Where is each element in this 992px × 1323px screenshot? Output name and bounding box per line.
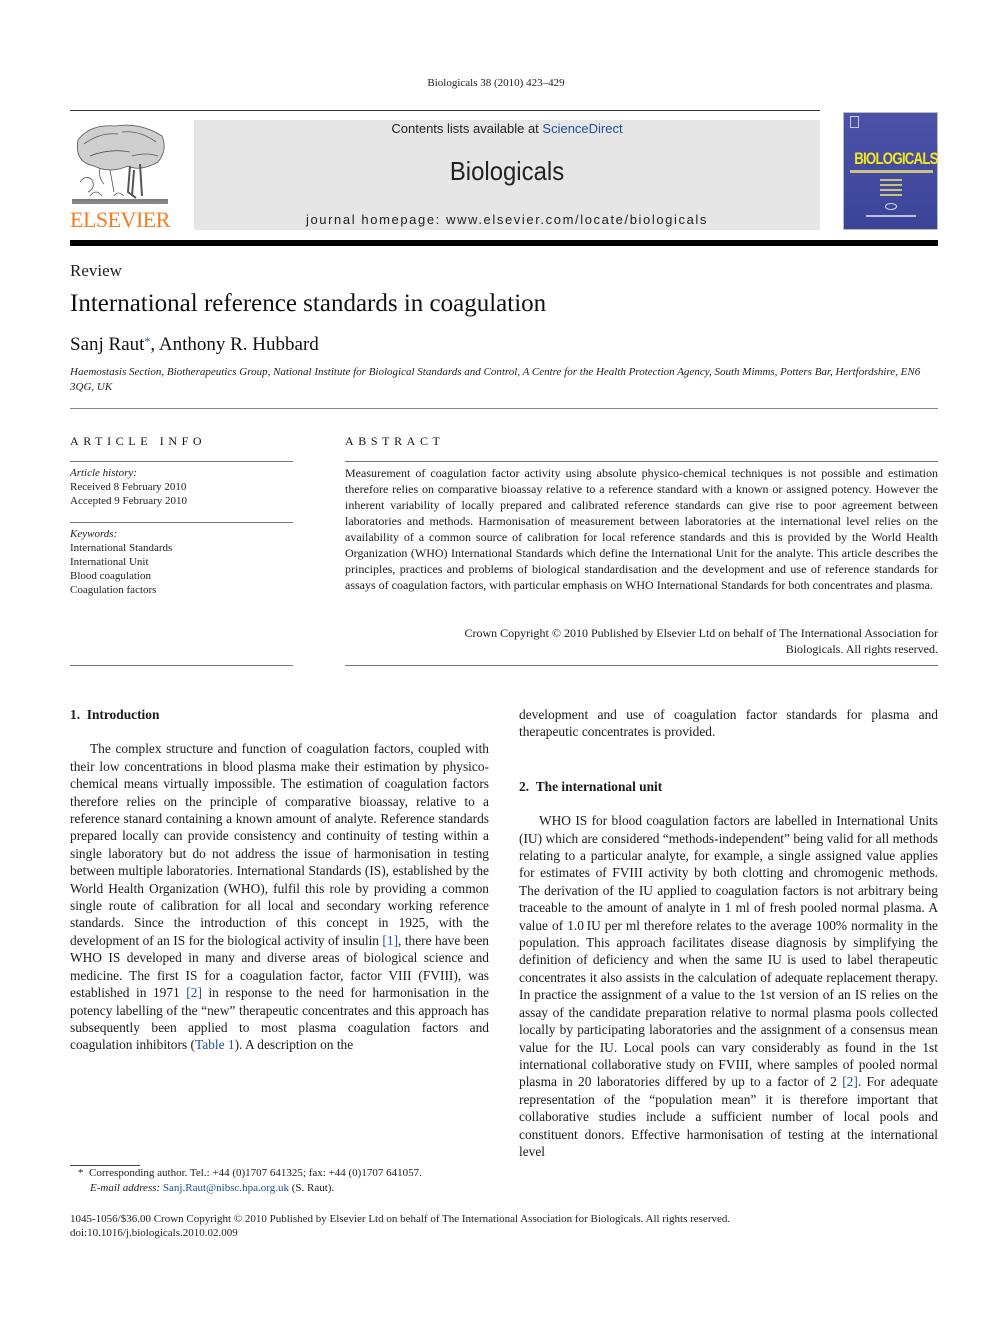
footnote-text: Corresponding author. Tel.: +44 (0)1707 … (89, 1167, 422, 1179)
journal-cover[interactable]: BIOLOGICALS (843, 112, 939, 230)
footnote: * Corresponding author. Tel.: +44 (0)170… (70, 1166, 510, 1196)
bottom-info: 1045-1056/$36.00 Crown Copyright © 2010 … (70, 1212, 938, 1240)
contents-line: Contents lists available at ScienceDirec… (194, 121, 820, 136)
journal-banner: Contents lists available at ScienceDirec… (194, 120, 820, 230)
history-received: Received 8 February 2010 (70, 481, 187, 493)
info-rule (70, 665, 293, 666)
keyword-item: International Unit (70, 556, 149, 568)
article-type: Review (70, 261, 122, 280)
cover-subtitle-bar (850, 170, 933, 173)
cover-footer-bar (866, 215, 916, 217)
keywords-label: Keywords: (70, 528, 118, 540)
footnote-email: E-mail address: Sanj.Raut@nibsc.hpa.org.… (70, 1181, 510, 1196)
article-info-heading: ARTICLE INFO (70, 434, 207, 448)
affiliation: Haemostasis Section, Biotherapeutics Gro… (70, 366, 921, 393)
citation-link[interactable]: [1] (382, 933, 398, 948)
citation-link[interactable]: [2] (842, 1074, 858, 1089)
elsevier-wordmark: ELSEVIER (70, 207, 170, 232)
journal-citation: Biologicals 38 (2010) 423–429 (427, 77, 565, 89)
keyword-item: Coagulation factors (70, 584, 157, 596)
info-rule (70, 522, 293, 523)
elsevier-tree-icon (72, 124, 168, 204)
text-run: ). A description on the (234, 1037, 354, 1053)
email-label: E-mail address: (90, 1182, 161, 1194)
affiliation-rule (70, 408, 938, 409)
author-name[interactable]: Anthony R. Hubbard (159, 334, 319, 355)
journal-name: Biologicals (449, 156, 565, 186)
info-rule (70, 461, 293, 462)
doi-line[interactable]: doi:10.1016/j.biologicals.2010.02.009 (70, 1226, 938, 1240)
sciencedirect-link[interactable]: ScienceDirect (542, 121, 622, 136)
elsevier-logo[interactable]: ELSEVIER (70, 120, 174, 232)
text-run: The complex structure and function of co… (70, 741, 489, 948)
keywords: Keywords: International Standards Intern… (70, 527, 293, 597)
author-separator: , (150, 334, 159, 355)
abstract-rule (345, 461, 938, 462)
footnote-corresponding: * Corresponding author. Tel.: +44 (0)170… (70, 1166, 510, 1181)
article-history: Article history: Received 8 February 201… (70, 466, 293, 508)
cover-emblem-icon (885, 203, 897, 210)
author-list: Sanj Raut*, Anthony R. Hubbard (70, 334, 319, 356)
email-suffix: (S. Raut). (288, 1182, 335, 1194)
header-thick-rule (70, 240, 938, 246)
history-accepted: Accepted 9 February 2010 (70, 495, 187, 507)
issn-line: 1045-1056/$36.00 Crown Copyright © 2010 … (70, 1213, 731, 1225)
cover-publisher-icon (850, 116, 859, 128)
author-name[interactable]: Sanj Raut (70, 334, 144, 355)
citation-link[interactable]: [2] (186, 985, 202, 1000)
contents-prefix: Contents lists available at (391, 121, 543, 136)
cover-text-lines (880, 179, 902, 199)
abstract-rule (345, 665, 938, 666)
abstract-copyright-line: Biologicals. All rights reserved. (785, 642, 938, 656)
text-run: WHO IS for blood coagulation factors are… (519, 813, 938, 1090)
body-column-right: development and use of coagulation facto… (519, 706, 938, 1160)
intro-paragraph-continued: development and use of coagulation facto… (519, 707, 938, 740)
footnote-marker: * (78, 1167, 84, 1179)
journal-homepage[interactable]: journal homepage: www.elsevier.com/locat… (194, 212, 820, 227)
abstract-copyright: Crown Copyright © 2010 Published by Else… (345, 625, 938, 657)
abstract-body: Measurement of coagulation factor activi… (345, 466, 938, 592)
email-link[interactable]: Sanj.Raut@nibsc.hpa.org.uk (163, 1182, 289, 1194)
header-rule (70, 110, 820, 111)
abstract-copyright-line: Crown Copyright © 2010 Published by Else… (464, 626, 938, 640)
body-column-left: 1. Introduction The complex structure an… (70, 706, 489, 1054)
intro-paragraph: The complex structure and function of co… (70, 740, 489, 1053)
article-title: International reference standards in coa… (70, 290, 547, 317)
cover-title: BIOLOGICALS (854, 149, 938, 168)
section-heading-international-unit: 2. The international unit (519, 778, 663, 794)
abstract-heading: ABSTRACT (345, 434, 445, 448)
iu-paragraph: WHO IS for blood coagulation factors are… (519, 812, 938, 1160)
keyword-item: International Standards (70, 542, 173, 554)
keyword-item: Blood coagulation (70, 570, 151, 582)
table-link[interactable]: Table 1 (195, 1037, 235, 1052)
section-heading-introduction: 1. Introduction (70, 707, 160, 722)
history-label: Article history: (70, 467, 137, 479)
